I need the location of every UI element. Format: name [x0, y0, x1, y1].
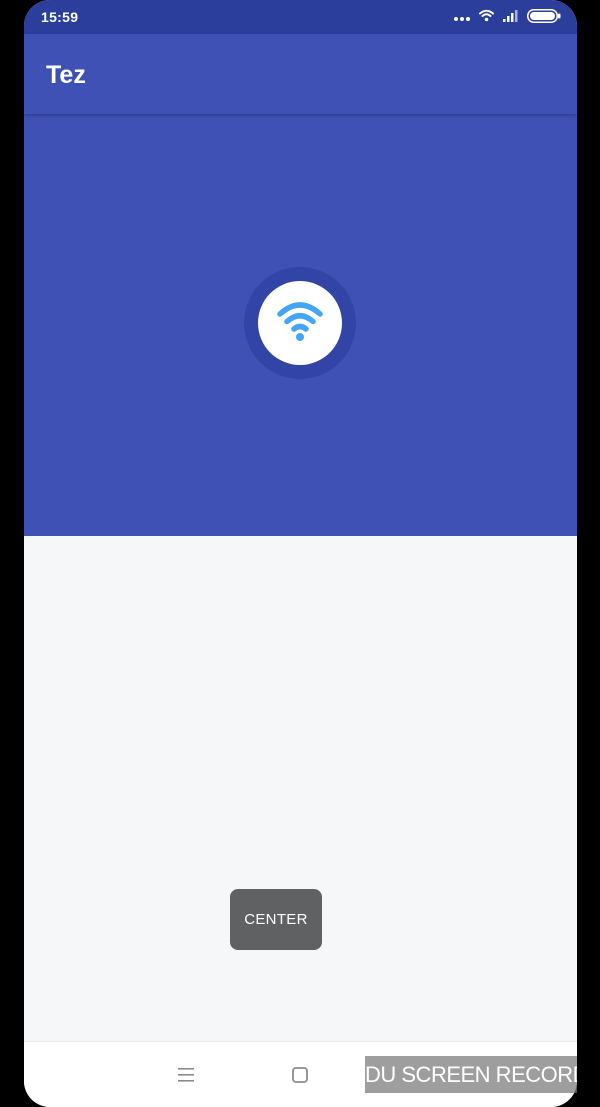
wifi-icon: [276, 299, 324, 348]
signal-icon: [503, 9, 518, 27]
wifi-button[interactable]: [258, 281, 342, 365]
home-square-icon[interactable]: [290, 1065, 310, 1085]
content-area: [24, 536, 577, 1041]
app-title: Tez: [46, 61, 86, 89]
status-icons: [454, 8, 561, 28]
app-bar: Tez: [24, 34, 577, 114]
wifi-icon: [479, 9, 494, 27]
menu-icon[interactable]: [174, 1064, 198, 1086]
screen-recorder-watermark: DU SCREEN RECORDER: [365, 1056, 577, 1093]
battery-icon: [527, 8, 561, 28]
status-bar: 15:59: [24, 0, 577, 34]
status-time: 15:59: [41, 9, 79, 25]
more-dots-icon: [454, 9, 470, 27]
toast-message: CENTER: [230, 889, 322, 950]
hero-panel: [24, 114, 577, 536]
